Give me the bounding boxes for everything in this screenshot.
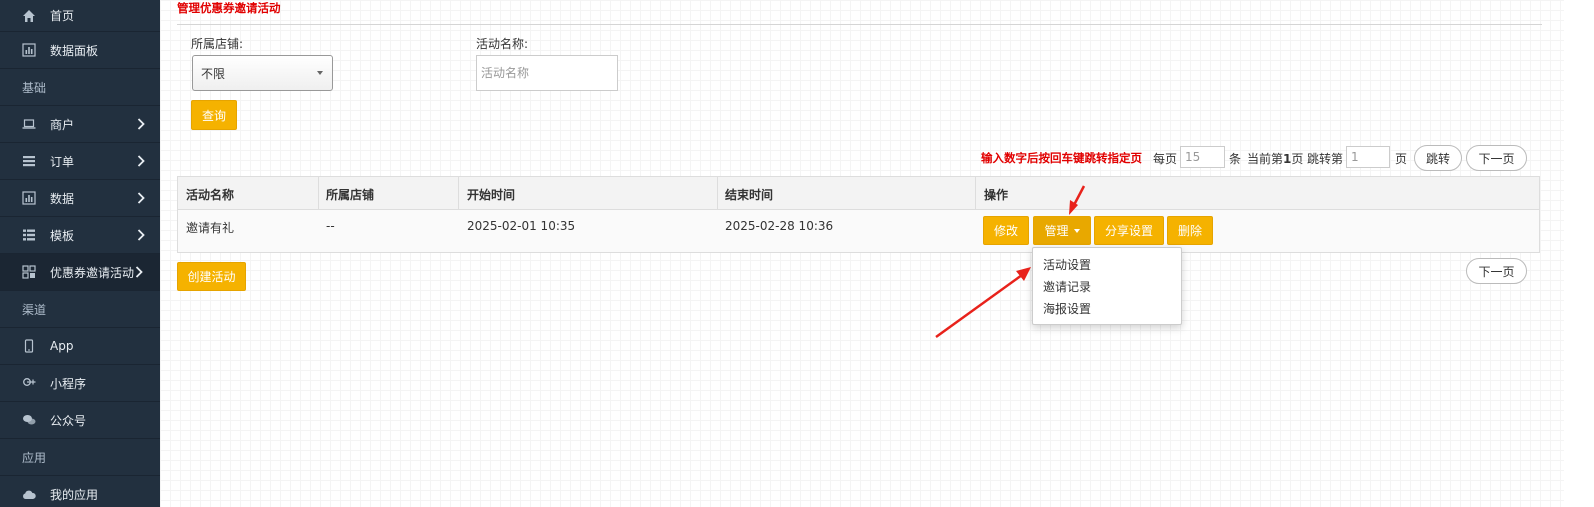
sidebar-item-orders[interactable]: 订单 (0, 143, 160, 180)
table-list-icon (22, 228, 36, 242)
chevron-right-icon (137, 155, 145, 167)
sidebar-item-label: 数据 (50, 191, 75, 206)
google-plus-icon (22, 376, 36, 390)
annotation-arrows (935, 185, 1086, 339)
sidebar-item-label: 公众号 (50, 413, 87, 428)
share-settings-button[interactable]: 分享设置 (1094, 216, 1164, 245)
sidebar-item-home[interactable]: 首页 (0, 0, 160, 32)
current-page-info: 当前第1页 (1247, 150, 1303, 167)
jump-suffix: 页 (1395, 152, 1408, 166)
cloud-icon (22, 488, 36, 502)
sidebar-item-label: 优惠券邀请活动 (50, 265, 135, 280)
store-select[interactable]: 不限 (192, 55, 333, 91)
chat-bubbles-icon (22, 413, 36, 427)
menu-item-poster-settings[interactable]: 海报设置 (1043, 300, 1091, 317)
sidebar: 首页 数据面板 基础 商户 订单 数据 模板 优惠券邀请活动 渠道 App 小程… (0, 0, 160, 507)
cell-activity-name: 邀请有礼 (186, 221, 235, 235)
sidebar-item-label: 我的应用 (50, 488, 99, 502)
chevron-right-icon (137, 229, 145, 241)
sidebar-item-data[interactable]: 数据 (0, 180, 160, 217)
main-content: 管理优惠券邀请活动 所属店铺: 不限 活动名称: 查询 输入数字后按回车键跳转指… (160, 0, 1594, 507)
mobile-icon (22, 339, 36, 353)
grid-icon (22, 265, 36, 279)
activity-name-label: 活动名称: (476, 37, 529, 51)
current-page-suffix: 页 (1291, 152, 1304, 166)
column-header-actions: 操作 (984, 188, 1009, 202)
edit-button[interactable]: 修改 (983, 216, 1029, 245)
list-icon (22, 154, 36, 168)
bar-chart-icon (22, 43, 36, 57)
sidebar-item-my-apps[interactable]: 我的应用 (0, 476, 160, 507)
caret-down-icon (317, 71, 323, 75)
sidebar-item-official-account[interactable]: 公众号 (0, 402, 160, 439)
annotation-arrow (935, 267, 1031, 339)
next-page-button-top[interactable]: 下一页 (1466, 145, 1527, 171)
caret-down-icon (1073, 228, 1080, 233)
sidebar-section-basic: 基础 (0, 69, 160, 106)
per-page-suffix: 条 (1229, 152, 1242, 166)
menu-item-activity-settings[interactable]: 活动设置 (1043, 256, 1091, 273)
per-page-prefix: 每页 (1153, 152, 1178, 166)
sidebar-item-dashboard[interactable]: 数据面板 (0, 32, 160, 69)
sidebar-item-label: 订单 (50, 154, 75, 169)
column-header-name: 活动名称 (186, 188, 235, 202)
bar-chart-icon (22, 191, 36, 205)
sidebar-item-label: 数据面板 (50, 43, 99, 58)
jump-prefix: 跳转第 (1307, 152, 1344, 166)
pager-hint: 输入数字后按回车键跳转指定页 (981, 151, 1142, 165)
store-filter-label: 所属店铺: (191, 37, 244, 51)
column-header-end: 结束时间 (725, 188, 774, 202)
table-row: 邀请有礼 -- 2025-02-01 10:35 2025-02-28 10:3… (178, 210, 1539, 252)
create-activity-button[interactable]: 创建活动 (177, 262, 246, 291)
sidebar-item-mini-program[interactable]: 小程序 (0, 365, 160, 402)
jump-button[interactable]: 跳转 (1414, 145, 1462, 171)
sidebar-item-label: 模板 (50, 228, 75, 243)
activity-table: 活动名称 所属店铺 开始时间 结束时间 操作 邀请有礼 -- 2025-02-0… (177, 176, 1540, 253)
menu-item-invite-records[interactable]: 邀请记录 (1043, 278, 1091, 295)
cell-start-time: 2025-02-01 10:35 (467, 219, 576, 233)
current-page-prefix: 当前第 (1247, 152, 1284, 166)
per-page-input[interactable] (1180, 146, 1225, 168)
cell-end-time: 2025-02-28 10:36 (725, 219, 834, 233)
sidebar-item-coupon-invite[interactable]: 优惠券邀请活动 (0, 254, 160, 291)
sidebar-item-merchant[interactable]: 商户 (0, 106, 160, 143)
store-select-value: 不限 (201, 66, 226, 81)
manage-dropdown-button[interactable]: 管理 (1033, 216, 1091, 245)
sidebar-section-channels: 渠道 (0, 291, 160, 328)
column-header-start: 开始时间 (467, 188, 516, 202)
scrollbar-track[interactable] (1564, 0, 1594, 507)
page-title: 管理优惠券邀请活动 (177, 1, 281, 15)
sidebar-item-label: App (50, 339, 74, 353)
sidebar-item-app[interactable]: App (0, 328, 160, 365)
query-button[interactable]: 查询 (191, 100, 237, 130)
chevron-right-icon (137, 118, 145, 130)
sidebar-item-label: 小程序 (50, 376, 87, 391)
delete-button[interactable]: 删除 (1167, 216, 1213, 245)
column-header-store: 所属店铺 (326, 188, 375, 202)
cell-store: -- (326, 219, 335, 233)
title-divider (177, 24, 1542, 25)
home-icon (22, 9, 36, 23)
next-page-button-bottom[interactable]: 下一页 (1466, 258, 1527, 284)
activity-name-input[interactable] (476, 55, 618, 91)
jump-page-input[interactable] (1346, 146, 1390, 168)
manage-button-label: 管理 (1044, 224, 1069, 238)
sidebar-section-apps: 应用 (0, 439, 160, 476)
sidebar-item-label: 首页 (50, 9, 75, 23)
chevron-right-icon (135, 266, 143, 278)
manage-dropdown-menu: 活动设置 邀请记录 海报设置 (1032, 247, 1182, 325)
table-header: 活动名称 所属店铺 开始时间 结束时间 操作 (178, 177, 1539, 210)
laptop-icon (22, 117, 36, 131)
sidebar-item-label: 商户 (50, 117, 75, 132)
sidebar-item-templates[interactable]: 模板 (0, 217, 160, 254)
chevron-right-icon (137, 192, 145, 204)
